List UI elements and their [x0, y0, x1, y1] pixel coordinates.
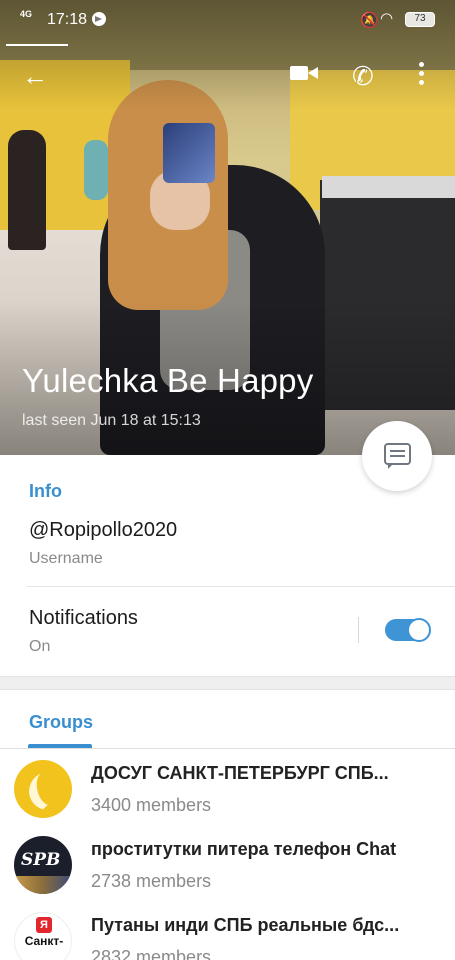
username-value[interactable]: @Ropipollo2020: [29, 519, 177, 542]
group-name: Путаны инди СПБ реальные бдс...: [91, 915, 400, 935]
status-bar: 4G 17:18 🔕 ◠ 73: [0, 0, 455, 46]
notifications-label[interactable]: Notifications: [29, 607, 138, 630]
group-list-item[interactable]: ДОСУГ САНКТ-ПЕТЕРБУРГ СПБ... 3400 member…: [0, 760, 455, 832]
group-members: 2832 members: [91, 947, 212, 960]
send-message-button[interactable]: [362, 421, 432, 491]
group-name: проститутки питера телефон Chat: [91, 839, 397, 859]
divider: [27, 586, 455, 587]
signal-icon: 4G: [20, 9, 33, 19]
section-gap: [0, 676, 455, 690]
spb-logo-icon: SPB: [14, 836, 72, 894]
battery-icon: 73: [405, 12, 435, 27]
message-icon-tail: [388, 463, 394, 469]
telegram-icon: [92, 12, 106, 26]
groups-tab[interactable]: Groups: [29, 712, 93, 733]
message-icon: [384, 443, 411, 465]
vertical-separator: [358, 617, 359, 643]
heart-badge-icon: Я: [36, 917, 52, 933]
last-seen-status: last seen Jun 18 at 15:13: [22, 412, 201, 429]
toggle-knob: [407, 618, 431, 642]
mute-bell-icon: 🔕: [360, 12, 379, 29]
group-list-item[interactable]: Я Санкт- Путаны инди СПБ реальные бдс...…: [0, 912, 455, 960]
status-time: 17:18: [47, 11, 88, 28]
group-list-item[interactable]: SPB проститутки питера телефон Chat 2738…: [0, 836, 455, 908]
profile-name: Yulechka Be Happy: [22, 362, 314, 399]
heart-city-icon: Я Санкт-: [14, 912, 72, 960]
info-section-title: Info: [29, 481, 62, 501]
photo-bystander: [8, 130, 46, 250]
notifications-toggle[interactable]: [385, 618, 431, 642]
group-members: 2738 members: [91, 871, 212, 891]
tab-divider: [0, 748, 455, 749]
photo-phone: [163, 123, 215, 183]
wifi-icon: ◠: [380, 10, 394, 27]
spb-logo-text: SPB: [21, 850, 61, 870]
group-members: 3400 members: [91, 795, 212, 815]
photo-bystander-seated: [84, 140, 108, 200]
phone-call-icon[interactable]: ✆: [352, 62, 374, 90]
username-label: Username: [29, 550, 103, 567]
avatar-city-text: Санкт-: [24, 934, 64, 948]
notifications-state: On: [29, 638, 51, 655]
group-name: ДОСУГ САНКТ-ПЕТЕРБУРГ СПБ...: [91, 763, 389, 783]
avatar-city-lights: [14, 876, 72, 894]
back-arrow-icon[interactable]: ←: [22, 62, 48, 90]
photo-counter-top: [322, 176, 455, 198]
status-indicator-line: [6, 44, 68, 46]
more-vertical-icon[interactable]: [418, 62, 424, 86]
banana-moon-icon: [14, 760, 72, 818]
video-call-icon[interactable]: [290, 62, 318, 84]
